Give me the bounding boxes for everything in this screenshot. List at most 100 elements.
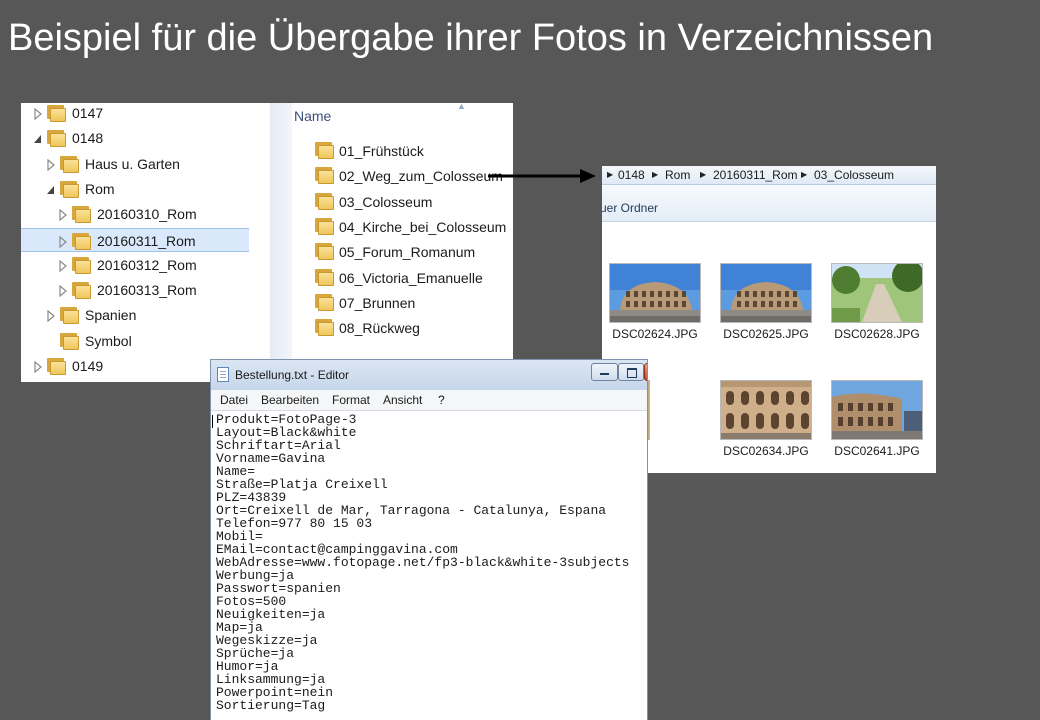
tree-item-label: 0147 (72, 105, 104, 121)
tree-item[interactable]: 20160313_Rom (21, 278, 249, 302)
photo-thumbnail[interactable]: DSC02624.JPG (609, 263, 701, 341)
photo-filename: DSC02641.JPG (834, 444, 920, 458)
photo-thumbnail[interactable]: DSC02625.JPG (720, 263, 812, 341)
list-item[interactable]: 02_Weg_zum_Colosseum (292, 163, 513, 187)
slide-title: Beispiel für die Übergabe ihrer Fotos in… (8, 17, 934, 59)
tree-item-label: 0149 (72, 358, 104, 374)
list-item[interactable]: 07_Brunnen (292, 290, 513, 314)
tree-item-label: 20160310_Rom (97, 206, 197, 223)
breadcrumb-item[interactable]: 20160311_Rom (713, 168, 798, 182)
folder-icon (60, 180, 79, 198)
folder-icon (72, 256, 91, 274)
tree-item-label: Haus u. Garten (85, 155, 180, 172)
tree-item[interactable]: Haus u. Garten (21, 152, 249, 176)
photo-thumbnail[interactable]: DSC02641.JPG (831, 380, 923, 458)
tree-item[interactable]: 0147 (21, 103, 249, 125)
tree-item[interactable]: 20160311_Rom (21, 227, 249, 252)
folder-icon (72, 232, 91, 250)
list-item-label: 05_Forum_Romanum (339, 244, 476, 261)
menu-item[interactable]: Bearbeiten (261, 393, 319, 407)
photo-image (609, 263, 701, 323)
list-item-label: 07_Brunnen (339, 294, 416, 311)
folder-thumbnail-window: ▶ 0148 ▶ Rom ▶ 20160311_Rom ▶ 03_Colosseum uer … (602, 166, 936, 473)
tree-item[interactable]: Symbol (21, 329, 249, 353)
collapsed-arrow-icon[interactable] (33, 107, 43, 121)
tree-item[interactable]: Spanien (21, 303, 249, 327)
menu-item[interactable]: Format (332, 393, 370, 407)
list-item-label: 04_Kirche_bei_Colosseum (339, 218, 507, 235)
list-item-label: 06_Victoria_Emanuelle (339, 269, 483, 286)
photo-thumbnail[interactable]: DSC02634.JPG (720, 380, 812, 458)
tree-item-label: 20160313_Rom (97, 282, 197, 299)
list-item-label: 03_Colosseum (339, 193, 433, 210)
folder-tree: 0147 0148 Haus u. Garten Rom 20160310_Rom 201… (21, 103, 270, 382)
maximize-button[interactable] (618, 363, 644, 381)
collapsed-arrow-icon[interactable] (46, 309, 56, 323)
breadcrumb-item[interactable]: 03_Colosseum (814, 168, 894, 182)
photo-filename: DSC02625.JPG (723, 327, 809, 341)
breadcrumb-separator-icon[interactable]: ▶ (652, 170, 658, 179)
tree-item[interactable]: 0148 (21, 126, 249, 150)
list-item-label: 01_Frühstück (339, 143, 424, 159)
folder-icon (315, 318, 334, 337)
column-header-label: Name (294, 108, 332, 124)
collapsed-arrow-icon[interactable] (58, 235, 68, 248)
list-item-label: 02_Weg_zum_Colosseum (339, 168, 503, 185)
tree-item-label: Symbol (85, 332, 132, 349)
collapsed-arrow-icon[interactable] (58, 208, 68, 222)
collapsed-arrow-icon[interactable] (58, 284, 68, 298)
folder-icon (72, 281, 91, 300)
collapsed-arrow-icon[interactable] (46, 158, 56, 171)
notepad-text-area[interactable]: Produkt=FotoPage-3 Layout=Black&white Schr… (216, 413, 646, 720)
menu-item[interactable]: Ansicht (383, 393, 422, 407)
notepad-icon (217, 367, 229, 382)
menu-item[interactable]: ? (438, 393, 445, 407)
tree-item-label: Spanien (85, 307, 137, 324)
folder-icon (47, 129, 66, 148)
new-folder-button[interactable]: uer Ordner (602, 201, 658, 215)
breadcrumb-separator-icon[interactable]: ▶ (700, 170, 706, 179)
breadcrumb-item[interactable]: Rom (665, 168, 690, 182)
tree-item[interactable]: Rom (21, 177, 249, 201)
list-item[interactable]: 08_Rückweg (292, 315, 513, 339)
column-header-name[interactable]: ▲ Name (292, 103, 513, 129)
expanded-arrow-icon[interactable] (33, 132, 43, 144)
folder-icon (47, 104, 66, 122)
photo-image (831, 263, 923, 323)
photo-image (720, 380, 812, 440)
photo-image (831, 380, 923, 440)
text-line: Sortierung=Tag (216, 698, 326, 713)
list-item[interactable]: 04_Kirche_bei_Colosseum (292, 214, 513, 238)
list-item[interactable]: 06_Victoria_Emanuelle (292, 265, 513, 289)
breadcrumb-item[interactable]: 0148 (618, 168, 645, 182)
folder-icon (315, 217, 334, 235)
list-item[interactable]: 05_Forum_Romanum (292, 239, 513, 263)
folder-icon (315, 141, 334, 159)
folder-icon (315, 293, 334, 311)
menu-item[interactable]: Datei (220, 393, 248, 407)
folder-icon (72, 205, 91, 224)
list-item[interactable]: 03_Colosseum (292, 189, 513, 213)
folder-icon (47, 357, 66, 375)
collapsed-arrow-icon[interactable] (58, 259, 68, 273)
command-bar: uer Ordner (602, 185, 936, 222)
expanded-arrow-icon[interactable] (46, 183, 56, 195)
folder-list: ▲ Name 01_Frühstück 02_Weg_zum_Colosseum 0… (292, 103, 513, 382)
breadcrumb-separator-icon[interactable]: ▶ (607, 170, 613, 179)
pane-divider[interactable] (270, 103, 292, 382)
tree-item[interactable]: 20160312_Rom (21, 253, 249, 277)
collapsed-arrow-icon[interactable] (33, 360, 43, 374)
breadcrumb-separator-icon[interactable]: ▶ (801, 170, 807, 179)
sort-up-icon: ▲ (457, 103, 466, 111)
address-bar[interactable]: ▶ 0148 ▶ Rom ▶ 20160311_Rom ▶ 03_Colosseum (602, 166, 936, 185)
tree-item[interactable]: 20160310_Rom (21, 202, 249, 226)
minimize-button[interactable] (591, 363, 618, 381)
notepad-titlebar[interactable]: Bestellung.txt - Editor (211, 360, 647, 390)
list-item[interactable]: 01_Frühstück (292, 138, 513, 162)
photo-thumbnail[interactable]: DSC02628.JPG (831, 263, 923, 341)
folder-icon (315, 268, 334, 286)
notepad-window: Bestellung.txt - Editor Datei Bearbeiten F… (210, 359, 648, 720)
photo-image (720, 263, 812, 323)
folder-icon (60, 332, 79, 350)
close-button[interactable] (644, 363, 647, 381)
